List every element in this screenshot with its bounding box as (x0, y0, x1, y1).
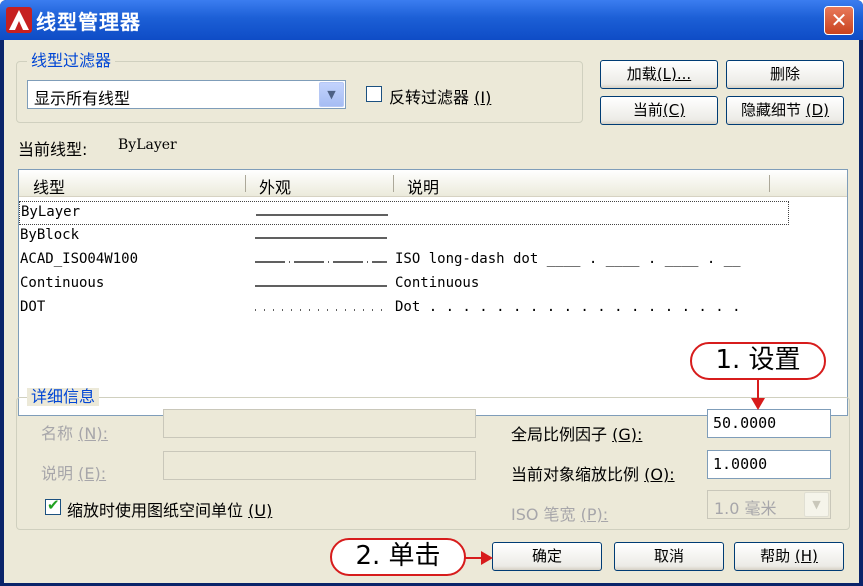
annotation-arrow-right-icon (465, 551, 493, 565)
cancel-button[interactable]: 取消 (614, 542, 724, 571)
dialog-title: 线型管理器 (36, 10, 141, 34)
table-row[interactable]: ByBlock (19, 225, 789, 249)
iso-pen-width-value: 1.0 毫米 (714, 499, 777, 518)
load-button[interactable]: 加载(L)... (600, 60, 718, 89)
name-label: 名称 (N): (41, 420, 108, 444)
global-scale-value: 50.0000 (713, 414, 777, 432)
dialog-client-area: 线型过滤器 显示所有线型 ▼ 反转过滤器 (I) 加载(L)... 删除 当前(… (4, 40, 859, 583)
filter-select[interactable]: 显示所有线型 ▼ (27, 80, 346, 109)
name-label-shortcut: (N): (78, 424, 108, 443)
name-field[interactable] (163, 409, 476, 438)
object-scale-shortcut: (O): (644, 465, 675, 484)
linetype-name: Continuous (20, 275, 105, 291)
linetype-name: ACAD_ISO04W100 (20, 251, 139, 267)
description-label-shortcut: (E): (78, 464, 107, 483)
global-scale-field[interactable]: 50.0000 (707, 409, 831, 438)
column-header-appearance[interactable]: 外观 (259, 174, 291, 198)
paper-space-units-text: 缩放时使用图纸空间单位 (67, 501, 244, 520)
description-field[interactable] (163, 451, 476, 480)
help-button-label: 帮助 (760, 547, 791, 565)
linetype-description: ISO long-dash dot ____ . ____ . ____ . _… (395, 251, 741, 267)
hide-details-label: 隐藏细节 (740, 101, 801, 119)
column-header-linetype[interactable]: 线型 (33, 174, 65, 198)
object-scale-field[interactable]: 1.0000 (707, 450, 831, 479)
current-button-label: 当前 (632, 101, 663, 119)
annotation-step2: 2. 单击 (330, 538, 466, 576)
filter-group: 线型过滤器 显示所有线型 ▼ 反转过滤器 (I) (16, 52, 583, 123)
annotation-arrow-down-icon (751, 378, 765, 410)
current-linetype-value: ByLayer (118, 137, 177, 153)
invert-filter-text: 反转过滤器 (389, 88, 470, 107)
linetype-preview-continuous (255, 285, 387, 287)
help-button[interactable]: 帮助 (H) (734, 542, 844, 571)
current-button-shortcut: (C) (662, 101, 686, 119)
object-scale-text: 当前对象缩放比例 (511, 465, 640, 484)
linetype-description: Dot . . . . . . . . . . . . . . . . . . … (395, 299, 741, 315)
details-group-legend: 详细信息 (27, 388, 100, 406)
linetype-preview-dot (255, 309, 387, 311)
linetype-preview-iso04w100 (255, 261, 387, 263)
linetype-name: ByLayer (21, 204, 81, 220)
linetype-preview-byblock (255, 237, 387, 239)
column-separator[interactable] (393, 175, 394, 192)
table-row[interactable]: ACAD_ISO04W100 ISO long-dash dot ____ . … (19, 249, 789, 273)
chevron-down-icon[interactable]: ▼ (319, 82, 344, 107)
hide-details-button[interactable]: 隐藏细节 (D) (726, 96, 844, 125)
table-row[interactable]: DOT Dot . . . . . . . . . . . . . . . . … (19, 297, 789, 321)
load-button-label: 加载 (626, 65, 657, 83)
invert-filter-label[interactable]: 反转过滤器 (I) (389, 84, 491, 108)
global-scale-label: 全局比例因子 (G): (511, 421, 642, 445)
list-header: 线型 外观 说明 (19, 170, 847, 197)
column-separator[interactable] (769, 175, 770, 192)
linetype-name: ByBlock (20, 227, 80, 243)
paper-space-units-shortcut: (U) (248, 501, 273, 520)
ok-button[interactable]: 确定 (492, 542, 602, 571)
paper-space-units-checkbox[interactable]: ✔ (45, 496, 61, 515)
iso-pen-width-select[interactable]: 1.0 毫米 ▼ (707, 490, 831, 519)
global-scale-shortcut: (G): (612, 425, 643, 444)
filter-select-value: 显示所有线型 (34, 89, 131, 108)
column-header-description[interactable]: 说明 (407, 174, 439, 198)
autocad-logo-icon (6, 7, 32, 33)
filter-group-legend: 线型过滤器 (27, 52, 116, 70)
title-bar[interactable]: 线型管理器 ✕ (0, 0, 863, 40)
linetype-description: Continuous (395, 275, 480, 291)
description-label: 说明 (E): (41, 460, 106, 484)
linetype-preview-bylayer (256, 214, 388, 216)
annotation-step1: 1. 设置 (690, 342, 826, 380)
current-linetype-label: 当前线型: (18, 140, 88, 159)
close-button[interactable]: ✕ (824, 6, 854, 35)
invert-filter-shortcut: (I) (474, 88, 492, 107)
details-group: 详细信息 名称 (N): 说明 (E): ✔ 缩放时使用图纸空间单位 (U) 全… (16, 388, 850, 530)
delete-button[interactable]: 删除 (726, 60, 844, 89)
iso-pen-width-shortcut: (P): (580, 505, 609, 524)
paper-space-units-label[interactable]: 缩放时使用图纸空间单位 (U) (67, 497, 272, 521)
invert-filter-checkbox[interactable] (366, 86, 382, 102)
checkmark-icon: ✔ (47, 496, 60, 514)
global-scale-text: 全局比例因子 (511, 425, 608, 444)
hide-details-shortcut: (D) (805, 101, 830, 119)
table-row[interactable]: Continuous Continuous (19, 273, 789, 297)
current-button[interactable]: 当前(C) (600, 96, 718, 125)
object-scale-label: 当前对象缩放比例 (O): (511, 461, 675, 485)
help-button-shortcut: (H) (794, 547, 818, 565)
load-button-shortcut: (L)... (656, 65, 692, 83)
linetype-name: DOT (20, 299, 46, 315)
iso-pen-width-text: ISO 笔宽 (511, 505, 576, 524)
description-label-text: 说明 (41, 464, 74, 483)
column-separator[interactable] (245, 175, 246, 192)
linetype-manager-dialog: 线型管理器 ✕ 线型过滤器 显示所有线型 ▼ 反转过滤器 (I) 加载(L)..… (0, 0, 863, 586)
name-label-text: 名称 (41, 424, 74, 443)
object-scale-value: 1.0000 (713, 455, 768, 473)
iso-pen-width-label: ISO 笔宽 (P): (511, 501, 608, 525)
chevron-down-icon[interactable]: ▼ (804, 492, 829, 517)
table-row[interactable]: ByLayer (19, 201, 789, 225)
